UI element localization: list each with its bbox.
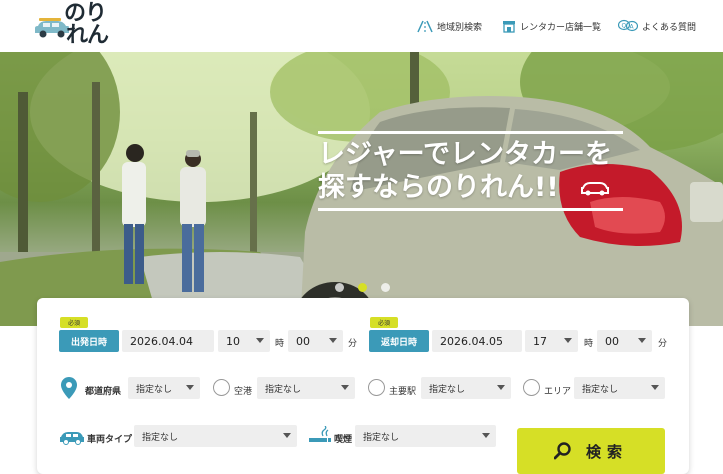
prefecture-value: 指定なし (136, 384, 173, 395)
nav-store-list[interactable]: レンタカー店舗一覧 (502, 16, 601, 36)
nav-faq[interactable]: Q A よくある質問 (618, 16, 696, 36)
hero-headline: レジャーでレンタカーを 探すならのりれん!! (318, 131, 638, 211)
chevron-down-icon (256, 338, 264, 343)
nav-area-search[interactable]: 地域別検索 (417, 16, 482, 36)
logo[interactable]: のり れん (34, 1, 124, 48)
chevron-down-icon (283, 433, 291, 438)
return-date-value: 2026.04.05 (440, 334, 503, 348)
required-badge-return: 必須 (370, 317, 398, 328)
headline-top-rule (318, 131, 623, 134)
nav-area-label: 地域別検索 (437, 22, 483, 33)
nav-store-label: レンタカー店舗一覧 (520, 22, 602, 33)
area-label: エリア (544, 387, 572, 397)
departure-minute-unit: 分 (348, 339, 358, 349)
departure-date-value: 2026.04.04 (130, 334, 193, 348)
search-button-label: 検索 (585, 442, 628, 461)
departure-minute-value: 00 (296, 334, 310, 348)
carousel-dot-3[interactable] (381, 283, 390, 292)
departure-hour-select[interactable]: 10 (218, 330, 270, 352)
return-label: 返却日時 (369, 330, 429, 352)
logo-text: のり れん (64, 1, 109, 48)
hero-line1: レジャーでレンタカーを (318, 139, 613, 170)
return-hour-select[interactable]: 17 (525, 330, 578, 352)
car-type-icon (60, 432, 84, 445)
return-minute-unit: 分 (658, 339, 668, 349)
vehicle-type-select[interactable]: 指定なし (134, 425, 297, 447)
return-hour-unit: 時 (584, 339, 594, 349)
return-date-input[interactable]: 2026.04.05 (432, 330, 522, 352)
car-badge-icon (581, 182, 609, 196)
airport-radio[interactable] (213, 379, 230, 396)
qa-icon: Q A (618, 19, 638, 32)
return-hour-value: 17 (533, 334, 547, 348)
carousel-dots (335, 283, 390, 292)
airport-label: 空港 (234, 387, 253, 397)
smoking-select[interactable]: 指定なし (355, 425, 496, 447)
smoking-label: 喫煙 (334, 435, 353, 445)
area-select[interactable]: 指定なし (574, 377, 665, 399)
station-select[interactable]: 指定なし (421, 377, 511, 399)
chevron-down-icon (638, 338, 646, 343)
area-value: 指定なし (582, 384, 619, 395)
svg-text:A: A (630, 24, 635, 31)
departure-minute-select[interactable]: 00 (288, 330, 343, 352)
station-label: 主要駅 (389, 387, 417, 397)
carousel-dot-2[interactable] (358, 283, 367, 292)
logo-line1: のり (64, 1, 107, 26)
return-minute-value: 00 (605, 334, 619, 348)
chevron-down-icon (329, 338, 337, 343)
airport-value: 指定なし (265, 384, 302, 395)
prefecture-select[interactable]: 指定なし (128, 377, 200, 399)
departure-hour-value: 10 (226, 334, 240, 348)
smoking-value: 指定なし (363, 432, 400, 443)
chevron-down-icon (186, 385, 194, 390)
chevron-down-icon (564, 338, 572, 343)
nav-faq-label: よくある質問 (642, 22, 697, 33)
search-button[interactable]: 検索 (517, 428, 665, 474)
vehicle-type-label: 車両タイプ (87, 435, 133, 445)
departure-date-input[interactable]: 2026.04.04 (122, 330, 214, 352)
station-value: 指定なし (429, 384, 466, 395)
store-icon (503, 21, 515, 33)
return-minute-select[interactable]: 00 (597, 330, 652, 352)
airport-select[interactable]: 指定なし (257, 377, 355, 399)
carousel-dot-1[interactable] (335, 283, 344, 292)
vehicle-type-value: 指定なし (142, 432, 179, 443)
departure-hour-unit: 時 (275, 339, 285, 349)
required-badge-departure: 必須 (60, 317, 88, 328)
headline-bottom-rule (318, 208, 623, 211)
area-radio[interactable] (523, 379, 540, 396)
departure-label: 出発日時 (59, 330, 119, 352)
chevron-down-icon (497, 385, 505, 390)
map-pin-icon (61, 377, 77, 399)
chevron-down-icon (341, 385, 349, 390)
svg-text:Q: Q (622, 23, 627, 30)
search-icon (553, 442, 571, 460)
site-header: のり れん 地域別検索 レンタカー店舗一覧 Q A よくある質問 (0, 0, 723, 52)
prefecture-label: 都道府県 (85, 387, 122, 397)
chevron-down-icon (651, 385, 659, 390)
search-panel: 必須 出発日時 2026.04.04 10 時 00 分 必須 返却日時 202… (37, 298, 689, 474)
smoking-icon (309, 426, 331, 442)
station-radio[interactable] (368, 379, 385, 396)
logo-line2: れん (66, 23, 109, 48)
road-icon (417, 20, 433, 33)
chevron-down-icon (482, 433, 490, 438)
